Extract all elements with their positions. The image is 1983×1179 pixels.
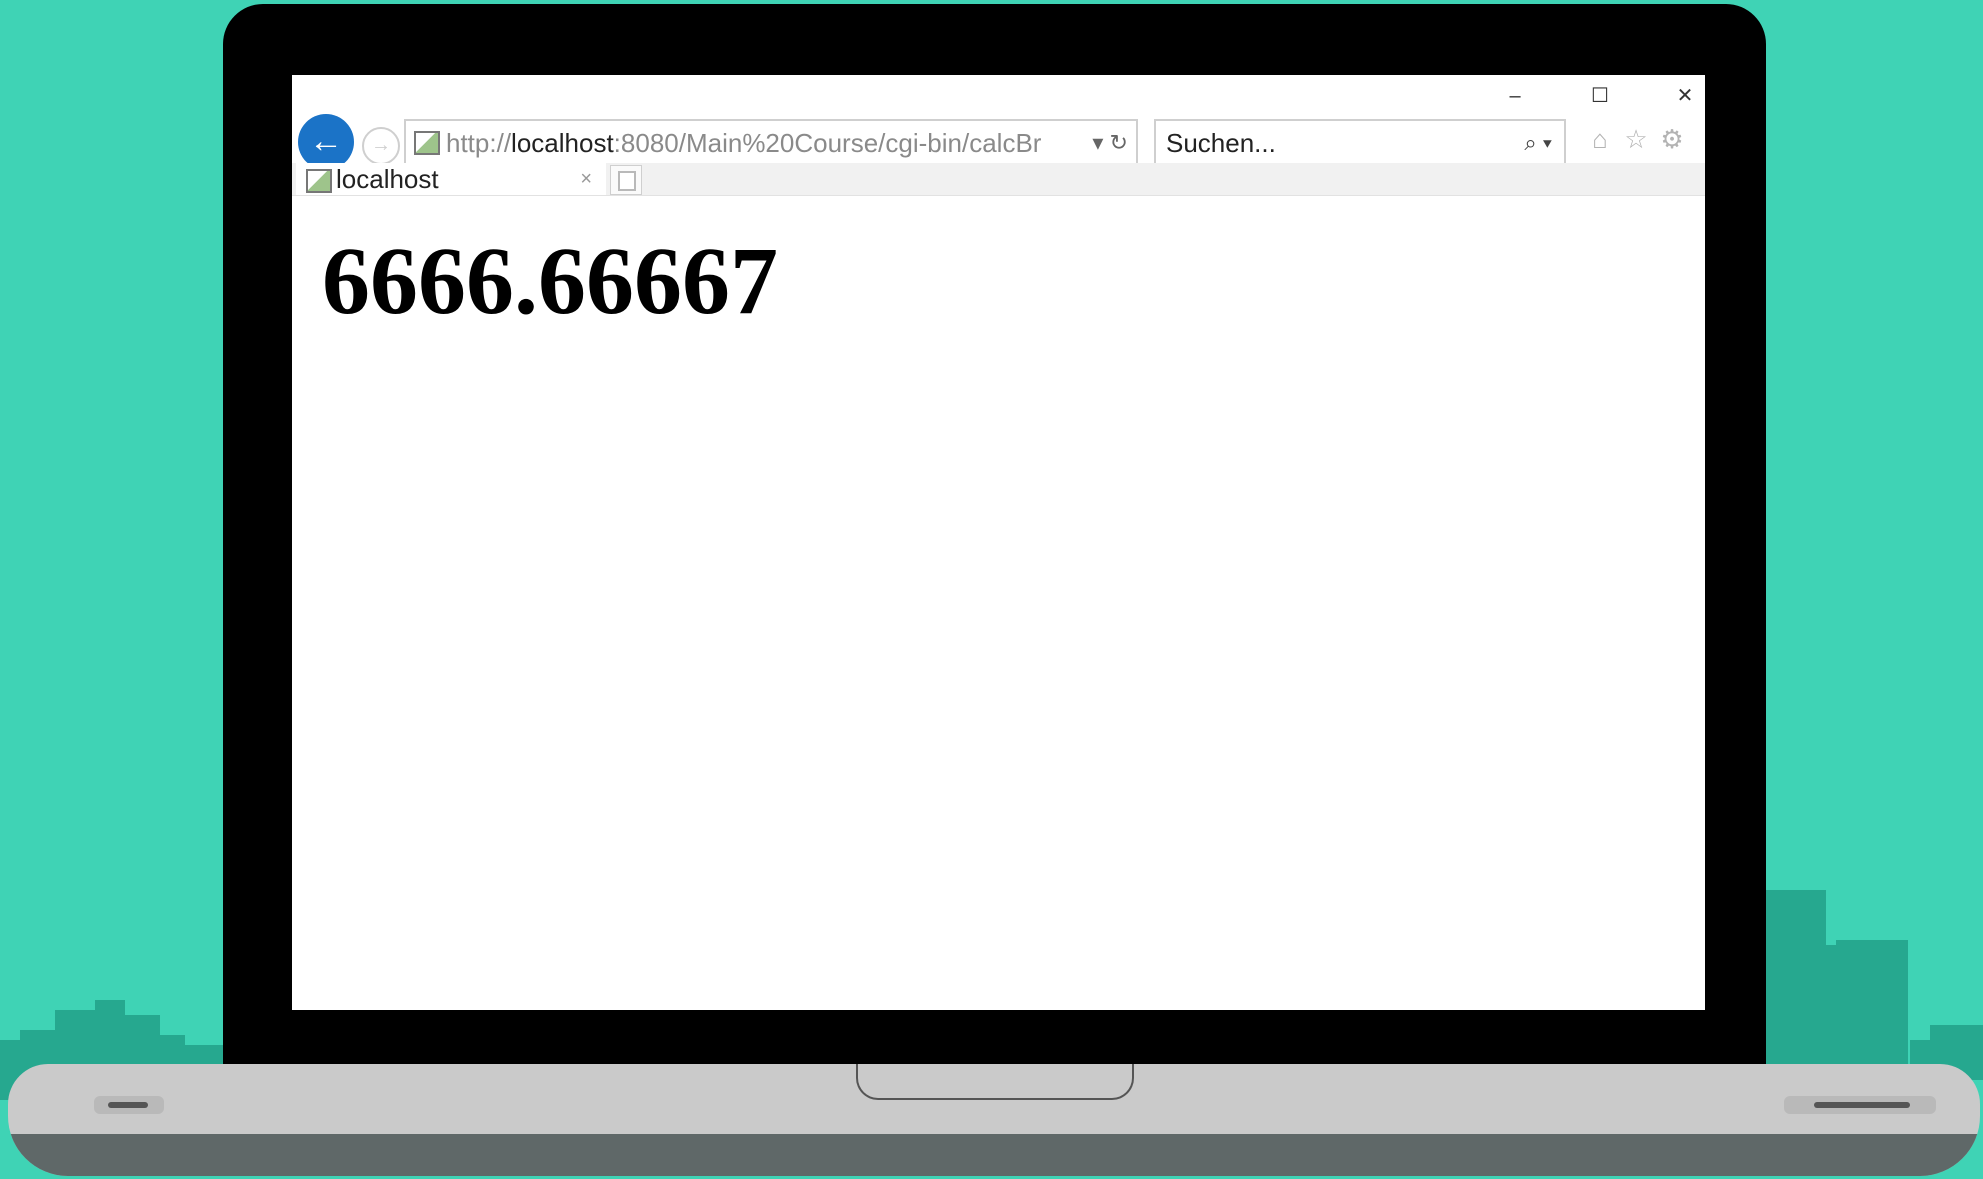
scene: – ☐ ✕ ← → http://localhost:8080/Main%20C… bbox=[0, 0, 1983, 1179]
laptop-base-shadow bbox=[8, 1134, 1980, 1176]
result-value: 6666.66667 bbox=[322, 227, 778, 334]
minimize-button[interactable]: – bbox=[1495, 81, 1535, 111]
page-icon bbox=[414, 131, 440, 155]
url-path: :8080/Main%20Course/cgi-bin/calcBr bbox=[613, 128, 1042, 158]
tab-page-icon bbox=[306, 169, 332, 193]
laptop-opening-notch bbox=[856, 1064, 1134, 1100]
star-icon[interactable]: ☆ bbox=[1618, 121, 1654, 157]
maximize-button[interactable]: ☐ bbox=[1580, 81, 1620, 111]
refresh-icon[interactable]: ▾ ↻ bbox=[1092, 121, 1128, 165]
tab-localhost[interactable]: localhost × bbox=[296, 163, 606, 195]
browser-window: – ☐ ✕ ← → http://localhost:8080/Main%20C… bbox=[292, 75, 1705, 1010]
url-prefix: http:// bbox=[446, 128, 512, 158]
window-controls: – ☐ ✕ bbox=[1465, 81, 1705, 111]
search-icon[interactable]: ⌕ ▾ bbox=[1524, 121, 1552, 165]
gear-icon[interactable]: ⚙ bbox=[1654, 121, 1690, 157]
forward-arrow-icon: → bbox=[371, 134, 391, 156]
back-button[interactable]: ← bbox=[298, 114, 354, 170]
home-icon[interactable]: ⌂ bbox=[1582, 121, 1618, 157]
search-box[interactable]: Suchen... ⌕ ▾ bbox=[1154, 119, 1566, 167]
search-placeholder: Suchen... bbox=[1166, 128, 1276, 158]
toolbar-icons: ⌂ ☆ ⚙ bbox=[1582, 121, 1690, 161]
forward-button[interactable]: → bbox=[362, 127, 400, 165]
url-host: localhost bbox=[511, 128, 614, 158]
tab-bar: localhost × bbox=[292, 163, 1705, 196]
browser-chrome: – ☐ ✕ ← → http://localhost:8080/Main%20C… bbox=[292, 75, 1705, 196]
back-arrow-icon: ← bbox=[309, 122, 343, 160]
new-tab-button[interactable] bbox=[610, 165, 642, 195]
address-bar[interactable]: http://localhost:8080/Main%20Course/cgi-… bbox=[404, 119, 1138, 167]
tab-close-icon[interactable]: × bbox=[580, 163, 592, 195]
left-foot bbox=[94, 1096, 164, 1114]
close-window-button[interactable]: ✕ bbox=[1665, 81, 1705, 111]
right-foot bbox=[1784, 1096, 1936, 1114]
laptop-base bbox=[8, 1064, 1980, 1176]
tab-label: localhost bbox=[336, 164, 439, 194]
